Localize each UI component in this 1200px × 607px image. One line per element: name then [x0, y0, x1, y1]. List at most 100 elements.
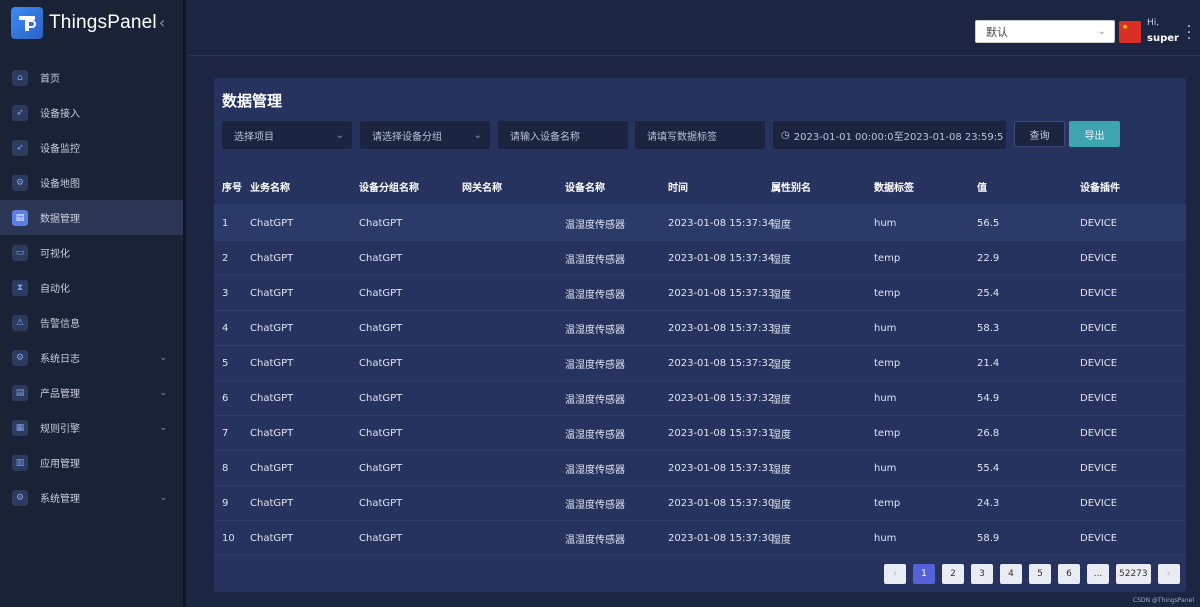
user-greeting: Hi,: [1147, 18, 1160, 28]
more-vertical-icon[interactable]: · · ·: [1186, 20, 1192, 46]
table-row[interactable]: 5 ChatGPT ChatGPT 温湿度传感器 2023-01-08 15:37:32…: [214, 346, 1186, 381]
user-name[interactable]: super: [1147, 33, 1179, 44]
query-button[interactable]: 查询: [1014, 121, 1065, 147]
table-cell: DEVICE: [1080, 217, 1118, 229]
sidebar-item-label: 数据管理: [40, 214, 80, 225]
table-cell: DEVICE: [1080, 532, 1118, 544]
table-cell: 温湿度传感器: [565, 464, 625, 476]
gift-icon: ▦: [12, 419, 28, 436]
sidebar-item-4[interactable]: ▤ 数据管理: [0, 200, 183, 235]
column-header: 设备插件: [1080, 183, 1120, 194]
gear-icon: ⚙: [12, 174, 28, 191]
logo[interactable]: ThingsPanel ‹: [0, 0, 183, 46]
sidebar-item-0[interactable]: ⌂ 首页: [0, 60, 183, 95]
table-cell: 温湿度传感器: [565, 499, 625, 511]
clipboard-icon: ▤: [12, 384, 28, 401]
table-cell: 58.9: [977, 532, 1000, 544]
data-tag-input[interactable]: 请填写数据标签: [635, 121, 765, 149]
sidebar-item-5[interactable]: ▭ 可视化: [0, 235, 183, 270]
sidebar-item-7[interactable]: ⚠ 告警信息: [0, 305, 183, 340]
table-cell: 温湿度传感器: [565, 534, 625, 546]
table-cell: ChatGPT: [359, 252, 403, 264]
language-flag-icon[interactable]: ★: [1119, 21, 1141, 43]
gear-icon: ⚙: [12, 489, 28, 506]
table-cell: 湿度: [771, 394, 791, 406]
table-cell: 22.9: [977, 252, 1000, 264]
sidebar-item-1[interactable]: ➶ 设备接入: [0, 95, 183, 130]
group-filter[interactable]: 请选择设备分组 ⌄: [360, 121, 490, 149]
table-cell: DEVICE: [1080, 287, 1118, 299]
table-cell: 2023-01-08 15:37:33: [668, 322, 775, 334]
table-cell: ChatGPT: [359, 392, 403, 404]
table-cell: ChatGPT: [359, 287, 403, 299]
sidebar-item-11[interactable]: ▥ 应用管理: [0, 445, 183, 480]
export-button[interactable]: 导出: [1069, 121, 1120, 147]
column-header: 数据标签: [874, 183, 914, 194]
table-cell: 26.8: [977, 427, 1000, 439]
table-row[interactable]: 8 ChatGPT ChatGPT 温湿度传感器 2023-01-08 15:37:31…: [214, 451, 1186, 486]
table-row[interactable]: 6 ChatGPT ChatGPT 温湿度传感器 2023-01-08 15:37:32…: [214, 381, 1186, 416]
table-row[interactable]: 1 ChatGPT ChatGPT 温湿度传感器 2023-01-08 15:37:34…: [214, 206, 1186, 241]
page-button-2[interactable]: 2: [942, 564, 964, 584]
table-row[interactable]: 10 ChatGPT ChatGPT 温湿度传感器 2023-01-08 15:37:3…: [214, 521, 1186, 556]
column-header: 设备分组名称: [359, 183, 419, 194]
page-button-1[interactable]: 1: [913, 564, 935, 584]
table-row[interactable]: 9 ChatGPT ChatGPT 温湿度传感器 2023-01-08 15:37:30…: [214, 486, 1186, 521]
sidebar-item-12[interactable]: ⚙ 系统管理 ⌄: [0, 480, 183, 515]
sidebar-item-label: 设备地图: [40, 179, 80, 190]
device-name-placeholder: 请输入设备名称: [510, 131, 580, 143]
device-name-input[interactable]: 请输入设备名称: [498, 121, 628, 149]
pagination-ellipsis[interactable]: ...: [1087, 564, 1109, 584]
table-body: 1 ChatGPT ChatGPT 温湿度传感器 2023-01-08 15:37:34…: [214, 206, 1186, 556]
sidebar-item-2[interactable]: ➶ 设备监控: [0, 130, 183, 165]
table-cell: ChatGPT: [250, 322, 294, 334]
pagination: ‹ 1 2 3 4 5 6... 52273 ›: [884, 564, 1180, 584]
table-row[interactable]: 7 ChatGPT ChatGPT 温湿度传感器 2023-01-08 15:37:31…: [214, 416, 1186, 451]
table-row[interactable]: 4 ChatGPT ChatGPT 温湿度传感器 2023-01-08 15:37:33…: [214, 311, 1186, 346]
table-cell: 湿度: [771, 324, 791, 336]
table-cell: 2023-01-08 15:37:33: [668, 287, 775, 299]
table-cell: 6: [222, 392, 229, 404]
sidebar-item-10[interactable]: ▦ 规则引擎 ⌄: [0, 410, 183, 445]
sidebar-item-6[interactable]: ⧗ 自动化: [0, 270, 183, 305]
table-cell: 2023-01-08 15:37:32: [668, 357, 775, 369]
table-row[interactable]: 2 ChatGPT ChatGPT 温湿度传感器 2023-01-08 15:37:34…: [214, 241, 1186, 276]
table-cell: 58.3: [977, 322, 1000, 334]
date-range-picker[interactable]: ◷ 2023-01-01 00:00:0至2023-01-08 23:59:5: [773, 121, 1006, 149]
table-header: 序号 业务名称 设备分组名称 网关名称 设备名称 时间 属性别名 数据标签 值 设备插件: [214, 168, 1186, 206]
table-cell: DEVICE: [1080, 427, 1118, 439]
topbar: 默认 ⌄ ★ Hi, super · · ·: [189, 0, 1200, 56]
table-cell: DEVICE: [1080, 462, 1118, 474]
page-button-5[interactable]: 5: [1029, 564, 1051, 584]
sidebar-item-label: 设备接入: [40, 109, 80, 120]
page-button-3[interactable]: 3: [971, 564, 993, 584]
sidebar-item-3[interactable]: ⚙ 设备地图: [0, 165, 183, 200]
table-cell: 温湿度传感器: [565, 289, 625, 301]
chevron-down-icon: ⌄: [473, 129, 482, 141]
table-cell: 5: [222, 357, 229, 369]
sidebar-item-9[interactable]: ▤ 产品管理 ⌄: [0, 375, 183, 410]
page-button-6[interactable]: 6: [1058, 564, 1080, 584]
table-cell: hum: [874, 322, 897, 334]
column-header: 业务名称: [250, 183, 290, 194]
table-cell: ChatGPT: [250, 252, 294, 264]
table-cell: 温湿度传感器: [565, 394, 625, 406]
last-page-button[interactable]: 52273: [1116, 564, 1151, 584]
table-cell: ChatGPT: [359, 357, 403, 369]
table-cell: 54.9: [977, 392, 1000, 404]
table-cell: ChatGPT: [250, 497, 294, 509]
sidebar-item-8[interactable]: ⚙ 系统日志 ⌄: [0, 340, 183, 375]
next-page-button[interactable]: ›: [1157, 564, 1180, 584]
collapse-icon[interactable]: ‹: [159, 15, 165, 31]
table-cell: hum: [874, 532, 897, 544]
prev-page-button[interactable]: ‹: [884, 564, 906, 584]
store-icon: ▥: [12, 454, 28, 471]
table-cell: 温湿度传感器: [565, 219, 625, 231]
table-row[interactable]: 3 ChatGPT ChatGPT 温湿度传感器 2023-01-08 15:37:33…: [214, 276, 1186, 311]
sidebar-item-label: 告警信息: [40, 319, 80, 330]
table-cell: 湿度: [771, 359, 791, 371]
page-button-4[interactable]: 4: [1000, 564, 1022, 584]
project-select[interactable]: 默认 ⌄: [975, 20, 1115, 43]
project-filter[interactable]: 选择项目 ⌄: [222, 121, 352, 149]
table-cell: 湿度: [771, 254, 791, 266]
